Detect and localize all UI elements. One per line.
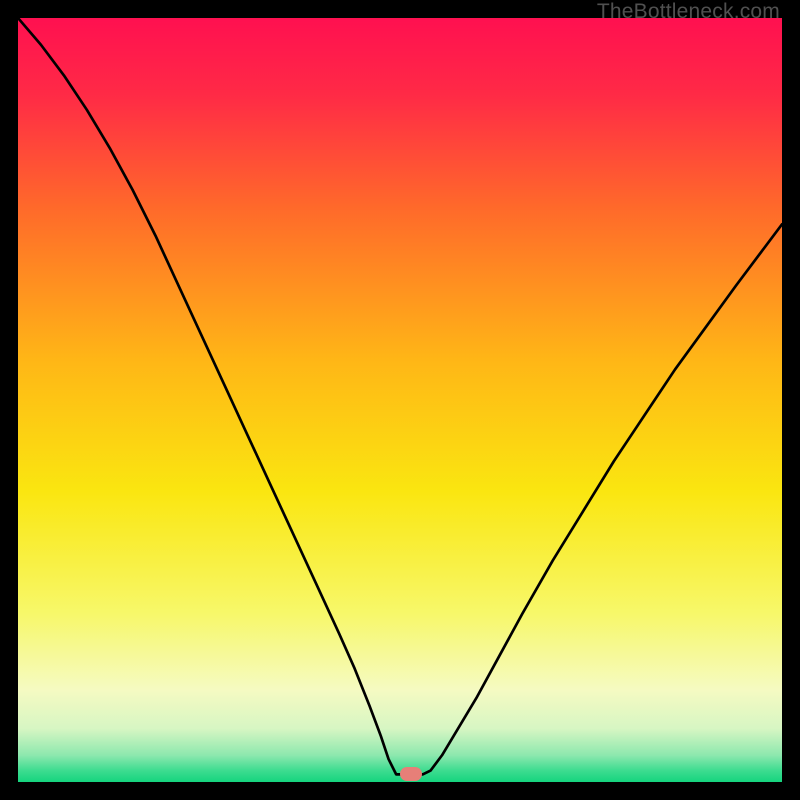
bottleneck-curve — [18, 18, 782, 782]
watermark-label: TheBottleneck.com — [597, 0, 780, 24]
bottleneck-chart: TheBottleneck.com — [0, 0, 800, 800]
plot-area — [18, 18, 782, 782]
optimal-marker — [400, 767, 422, 781]
